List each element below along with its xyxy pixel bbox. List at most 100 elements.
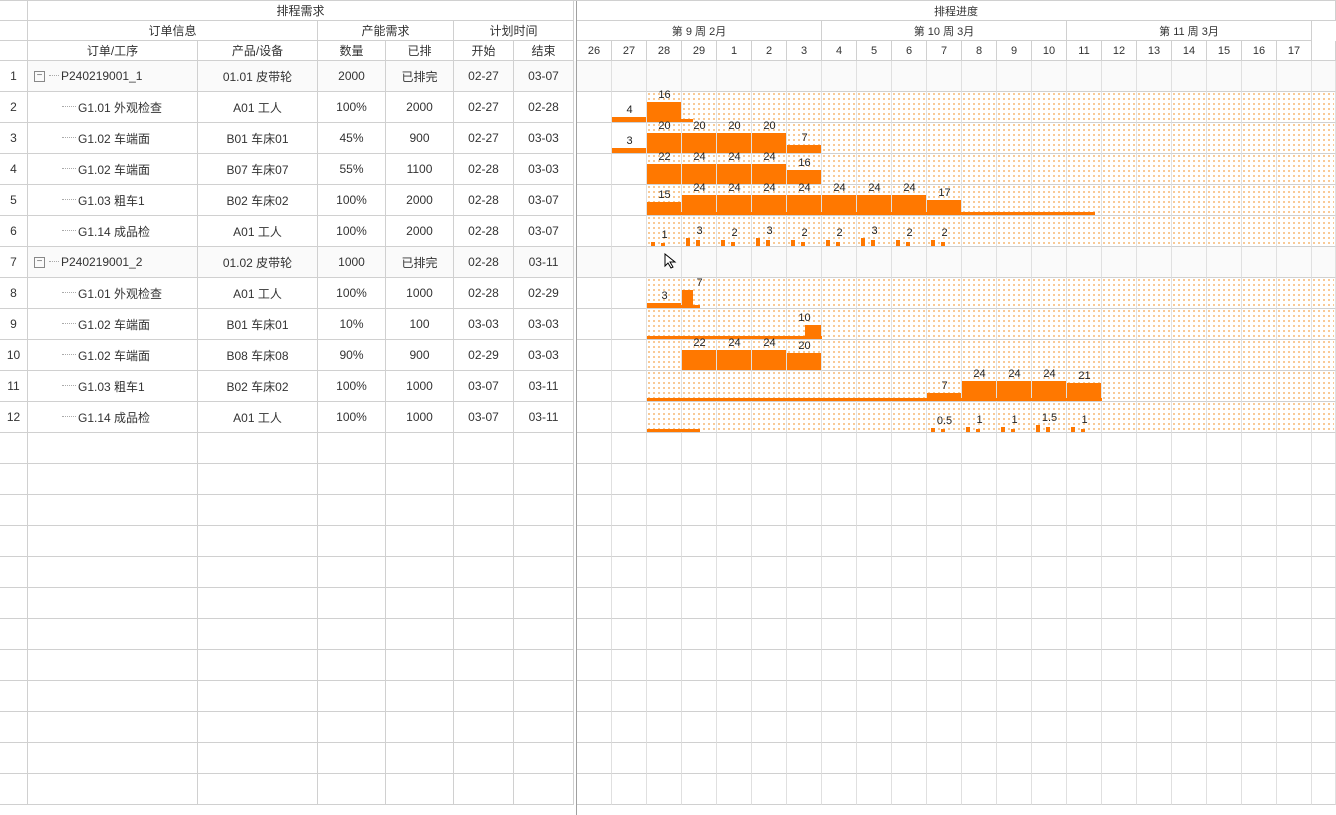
table-row[interactable]: 12G1.14 成品检A01 工人100%100003-0703-11 <box>0 402 576 433</box>
order-cell[interactable]: G1.03 粗车1 <box>28 185 198 216</box>
order-cell[interactable]: − P240219001_2 <box>28 247 198 278</box>
order-cell[interactable]: G1.14 成品检 <box>28 216 198 247</box>
left-panel: 排程需求 订单信息 产能需求 计划时间 订单/工序 产品/设备 数量 已排 开始… <box>0 1 577 815</box>
timeline-row[interactable] <box>577 557 1336 588</box>
day-header[interactable]: 13 <box>1137 41 1172 61</box>
timeline-row[interactable] <box>577 247 1336 278</box>
day-header[interactable]: 4 <box>822 41 857 61</box>
table-row[interactable]: 1−P240219001_101.01 皮带轮2000已排完02-2703-07 <box>0 61 576 92</box>
day-header[interactable]: 27 <box>612 41 647 61</box>
table-row[interactable]: 11G1.03 粗车1B02 车床02100%100003-0703-11 <box>0 371 576 402</box>
timeline-row[interactable] <box>577 526 1336 557</box>
timeline-row[interactable] <box>577 371 1336 402</box>
cell-qty: 10% <box>318 309 386 340</box>
table-row[interactable]: 10G1.02 车端面B08 车床0890%90002-2903-03 <box>0 340 576 371</box>
cell-qty: 45% <box>318 123 386 154</box>
timeline-row[interactable] <box>577 681 1336 712</box>
timeline-row[interactable] <box>577 588 1336 619</box>
row-number: 2 <box>0 92 28 123</box>
order-label: P240219001_2 <box>61 255 142 269</box>
timeline-row[interactable] <box>577 743 1336 774</box>
cell-end: 03-07 <box>514 185 574 216</box>
order-label: G1.01 外观检查 <box>78 99 162 116</box>
timeline-row[interactable] <box>577 433 1336 464</box>
table-row[interactable]: 4G1.02 车端面B07 车床0755%110002-2803-03 <box>0 154 576 185</box>
timeline-row[interactable] <box>577 402 1336 433</box>
day-header[interactable]: 12 <box>1102 41 1137 61</box>
timeline-row[interactable] <box>577 495 1336 526</box>
day-header[interactable]: 6 <box>892 41 927 61</box>
order-cell[interactable]: G1.02 车端面 <box>28 154 198 185</box>
timeline-row[interactable] <box>577 619 1336 650</box>
col-end[interactable]: 结束 <box>514 41 574 61</box>
row-number: 4 <box>0 154 28 185</box>
day-header[interactable]: 5 <box>857 41 892 61</box>
timeline-row[interactable] <box>577 340 1336 371</box>
table-row[interactable]: 5G1.03 粗车1B02 车床02100%200002-2803-07 <box>0 185 576 216</box>
collapse-icon[interactable]: − <box>34 71 45 82</box>
day-header[interactable]: 17 <box>1277 41 1312 61</box>
col-sched[interactable]: 已排 <box>386 41 454 61</box>
cell-start: 03-07 <box>454 371 514 402</box>
day-header[interactable]: 3 <box>787 41 822 61</box>
table-row[interactable]: 3G1.02 车端面B01 车床0145%90002-2703-03 <box>0 123 576 154</box>
day-header[interactable]: 2 <box>752 41 787 61</box>
timeline-row[interactable] <box>577 61 1336 92</box>
timeline-body[interactable]: 4163202020207222424241615242424242424241… <box>577 61 1336 815</box>
day-header[interactable]: 11 <box>1067 41 1102 61</box>
timeline-row[interactable] <box>577 216 1336 247</box>
order-cell[interactable]: G1.01 外观检查 <box>28 92 198 123</box>
col-qty[interactable]: 数量 <box>318 41 386 61</box>
day-header[interactable]: 16 <box>1242 41 1277 61</box>
timeline-row[interactable] <box>577 774 1336 805</box>
table-row[interactable]: 9G1.02 车端面B01 车床0110%10003-0303-03 <box>0 309 576 340</box>
empty-row <box>0 495 576 526</box>
collapse-icon[interactable]: − <box>34 257 45 268</box>
timeline-row[interactable] <box>577 712 1336 743</box>
day-header[interactable]: 26 <box>577 41 612 61</box>
table-row[interactable]: 2G1.01 外观检查A01 工人100%200002-2702-28 <box>0 92 576 123</box>
group-capacity: 产能需求 <box>318 21 454 41</box>
day-header[interactable]: 1 <box>717 41 752 61</box>
timeline-row[interactable] <box>577 92 1336 123</box>
row-number: 3 <box>0 123 28 154</box>
timeline-row[interactable] <box>577 154 1336 185</box>
order-cell[interactable]: G1.02 车端面 <box>28 123 198 154</box>
order-cell[interactable]: G1.14 成品检 <box>28 402 198 433</box>
order-cell[interactable]: G1.01 外观检查 <box>28 278 198 309</box>
empty-row <box>0 743 576 774</box>
day-header[interactable]: 28 <box>647 41 682 61</box>
left-header-row-1: 排程需求 <box>0 1 576 21</box>
day-header[interactable]: 10 <box>1032 41 1067 61</box>
order-cell[interactable]: G1.02 车端面 <box>28 309 198 340</box>
day-header[interactable]: 29 <box>682 41 717 61</box>
day-header[interactable]: 8 <box>962 41 997 61</box>
timeline-row[interactable] <box>577 650 1336 681</box>
day-header[interactable]: 14 <box>1172 41 1207 61</box>
day-header[interactable]: 9 <box>997 41 1032 61</box>
timeline-row[interactable] <box>577 185 1336 216</box>
left-header-row-2: 订单信息 产能需求 计划时间 <box>0 21 576 41</box>
day-header[interactable]: 15 <box>1207 41 1242 61</box>
table-row[interactable]: 8G1.01 外观检查A01 工人100%100002-2802-29 <box>0 278 576 309</box>
cell-product: A01 工人 <box>198 278 318 309</box>
cell-start: 03-07 <box>454 402 514 433</box>
col-order[interactable]: 订单/工序 <box>28 41 198 61</box>
timeline-row[interactable] <box>577 464 1336 495</box>
timeline-row[interactable] <box>577 278 1336 309</box>
timeline-row[interactable] <box>577 123 1336 154</box>
timeline-row[interactable] <box>577 309 1336 340</box>
order-cell[interactable]: G1.02 车端面 <box>28 340 198 371</box>
cell-qty: 90% <box>318 340 386 371</box>
cell-end: 03-11 <box>514 371 574 402</box>
order-cell[interactable]: G1.03 粗车1 <box>28 371 198 402</box>
right-title-row: 排程进度 <box>577 1 1336 21</box>
cell-end: 03-03 <box>514 123 574 154</box>
day-header[interactable]: 7 <box>927 41 962 61</box>
table-row[interactable]: 6G1.14 成品检A01 工人100%200002-2803-07 <box>0 216 576 247</box>
table-row[interactable]: 7−P240219001_201.02 皮带轮1000已排完02-2803-11 <box>0 247 576 278</box>
col-start[interactable]: 开始 <box>454 41 514 61</box>
order-cell[interactable]: −P240219001_1 <box>28 61 198 92</box>
cell-qty: 100% <box>318 371 386 402</box>
col-product[interactable]: 产品/设备 <box>198 41 318 61</box>
